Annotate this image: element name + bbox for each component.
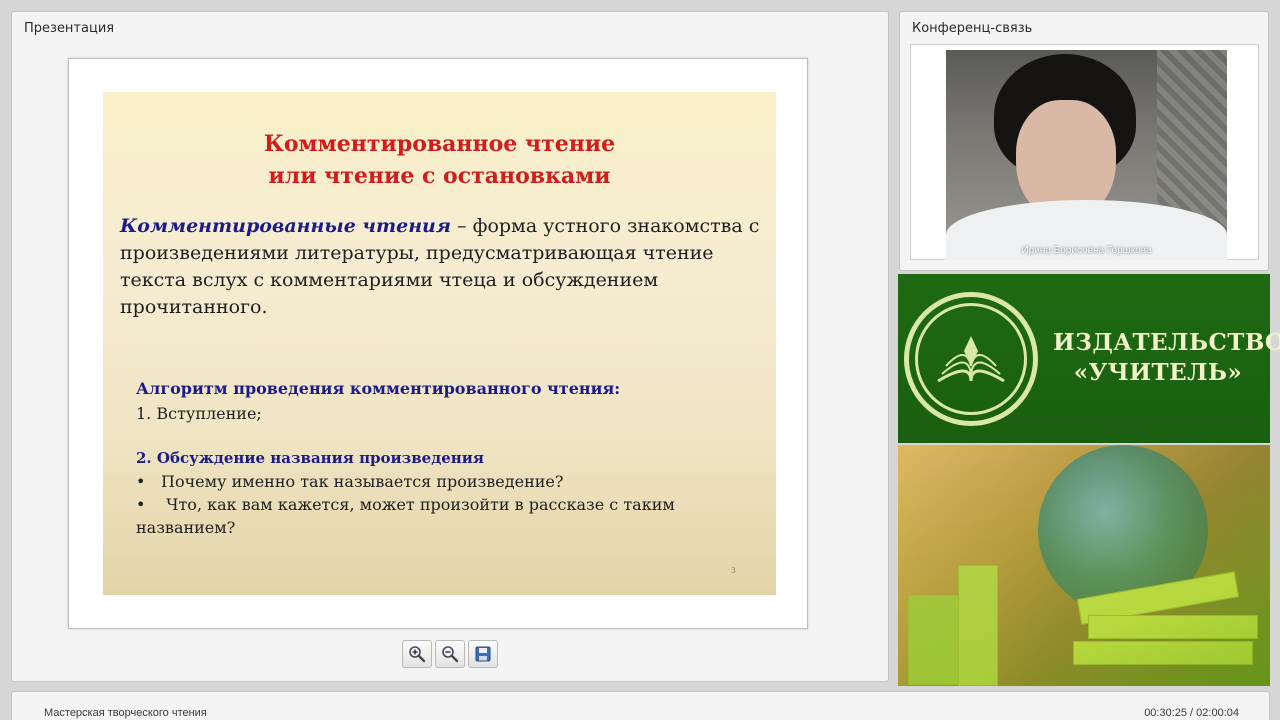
save-button[interactable] (468, 640, 498, 668)
course-title: Мастерская творческого чтения (44, 707, 207, 719)
publisher-name-line2: «УЧИТЕЛЬ» (1073, 359, 1243, 386)
zoom-out-button[interactable] (435, 640, 465, 668)
bullet-item: • Почему именно так называется произведен… (136, 470, 563, 493)
video-container[interactable]: Ирина Борисовна Горшкова (910, 44, 1259, 260)
zoom-in-button[interactable] (402, 640, 432, 668)
algorithm-step-2: 2. Обсуждение названия произведения (136, 449, 484, 467)
publisher-name-line1: ИЗДАТЕЛЬСТВО (1053, 329, 1280, 356)
algorithm-step-1: 1. Вступление; (136, 404, 262, 423)
slide: Комментированное чтение или чтение с ост… (103, 92, 776, 595)
conference-panel-title: Конференц-связь (912, 21, 1033, 36)
playback-time: 00:30:25 / 02:00:04 (1144, 707, 1239, 719)
slide-title-line1: Комментированное чтение (263, 131, 616, 157)
books-globe-image (898, 445, 1270, 686)
slide-title: Комментированное чтение или чтение с ост… (103, 128, 776, 192)
presentation-toolbar (402, 640, 498, 668)
zoom-in-icon (409, 646, 426, 663)
presentation-panel: Презентация Комментированное чтение или … (11, 11, 889, 682)
bullet-text: Почему именно так называется произведени… (161, 472, 564, 491)
publisher-logo-icon (904, 292, 1038, 426)
bullet-text: Что, как вам кажется, может произойти в … (136, 495, 675, 537)
publisher-name: ИЗДАТЕЛЬСТВО «УЧИТЕЛЬ» (1053, 328, 1280, 388)
speaker-video[interactable]: Ирина Борисовна Горшкова (946, 50, 1227, 260)
algorithm-title: Алгоритм проведения комментированного чт… (136, 379, 621, 398)
bullet-marker: • (136, 472, 146, 491)
bullet-marker: • (136, 495, 146, 514)
slide-frame: Комментированное чтение или чтение с ост… (68, 58, 808, 629)
slide-page-number: 3 (730, 566, 736, 575)
bullet-item: • Что, как вам кажется, может произойти … (136, 493, 696, 539)
publisher-banner[interactable]: ИЗДАТЕЛЬСТВО «УЧИТЕЛЬ» (898, 274, 1280, 443)
conference-panel: Конференц-связь Ирина Борисовна Горшкова (899, 11, 1269, 271)
zoom-out-icon (442, 646, 459, 663)
publisher-logo-inner (915, 303, 1027, 415)
slide-title-line2: или чтение с остановками (268, 163, 611, 189)
photo-overlay (898, 445, 1270, 686)
player-footer: Мастерская творческого чтения 00:30:25 /… (11, 691, 1270, 720)
speaker-name: Ирина Борисовна Горшкова (1021, 245, 1152, 256)
book-emblem-icon (937, 336, 1005, 383)
slide-definition: Комментированные чтения – форма устного … (120, 213, 760, 321)
presentation-panel-title: Презентация (24, 21, 115, 36)
save-icon (475, 646, 491, 662)
definition-term: Комментированные чтения (120, 215, 451, 237)
